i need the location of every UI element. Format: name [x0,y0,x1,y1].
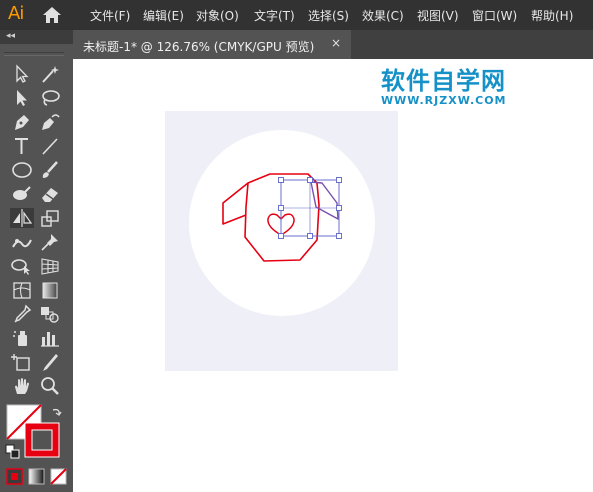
color-mode-icon [6,468,23,485]
type-icon[interactable] [10,136,34,156]
pen-icon[interactable] [10,112,34,132]
watermark-url: WWW.RJZXW.COM [381,94,507,107]
home-icon[interactable] [42,6,62,24]
document-tab[interactable]: 未标题-1* @ 126.76% (CMYK/GPU 预览) × [73,30,351,59]
document-tab-label: 未标题-1* @ 126.76% (CMYK/GPU 预览) [83,40,315,54]
hand-icon[interactable] [10,376,34,396]
collapse-panel-icon[interactable]: ◂◂ [6,31,15,41]
color-mode-buttons[interactable] [6,468,68,486]
menu-file[interactable]: 文件(F) [90,7,130,24]
gradient-icon[interactable] [38,280,62,300]
default-colors-icon[interactable] [5,444,21,460]
menu-effect[interactable]: 效果(C) [362,7,404,24]
eyedropper-icon[interactable] [10,304,34,324]
panel-grip[interactable] [4,52,64,56]
menu-window[interactable]: 窗口(W) [472,7,517,24]
perspective-grid-icon[interactable] [38,256,62,276]
puppet-warp-icon[interactable] [10,232,34,252]
pin-icon[interactable] [38,232,62,252]
menu-select[interactable]: 选择(S) [308,7,349,24]
zoom-icon[interactable] [38,376,62,396]
shape-builder-icon[interactable] [10,256,34,276]
direct-selection-icon[interactable] [10,88,34,108]
line-icon[interactable] [38,136,62,156]
shaper-icon[interactable] [10,184,34,204]
slice-icon[interactable] [38,352,62,372]
watermark-title: 软件自学网 [381,67,506,95]
tools-panel-header: ◂◂ [0,30,73,44]
menu-edit[interactable]: 编辑(E) [143,7,184,24]
column-graph-icon[interactable] [38,328,62,348]
menu-view[interactable]: 视图(V) [417,7,459,24]
eraser-icon[interactable] [38,184,62,204]
reflect-icon[interactable] [10,208,34,228]
close-icon[interactable]: × [331,36,341,50]
blend-icon[interactable] [38,304,62,324]
magic-wand-icon[interactable] [38,64,62,84]
white-circle [189,130,375,316]
selection-tool-icon[interactable] [10,64,34,84]
menu-type[interactable]: 文字(T) [254,7,295,24]
paintbrush-icon[interactable] [38,160,62,180]
menu-help[interactable]: 帮助(H) [531,7,573,24]
none-mode-icon [50,468,67,485]
menu-object[interactable]: 对象(O) [196,7,239,24]
lasso-icon[interactable] [38,88,62,108]
tools-panel: ◂◂ [0,30,73,492]
swap-fill-stroke-icon [52,408,62,416]
scale-icon[interactable] [38,208,62,228]
ellipse-icon[interactable] [10,160,34,180]
watermark: 软件自学网 WWW.RJZXW.COM [381,61,556,107]
app-logo[interactable]: Ai [8,3,24,24]
curvature-icon[interactable] [38,112,62,132]
gradient-mode-icon [28,468,45,485]
artwork[interactable] [165,111,398,371]
artboard[interactable] [165,111,398,371]
menu-bar: Ai 文件(F) 编辑(E) 对象(O) 文字(T) 选择(S) 效果(C) 视… [0,0,593,30]
document-canvas[interactable]: 软件自学网 WWW.RJZXW.COM [73,59,593,492]
artboard-icon[interactable] [10,352,34,372]
document-tab-bar: 未标题-1* @ 126.76% (CMYK/GPU 预览) × [73,30,593,59]
mesh-icon[interactable] [10,280,34,300]
symbol-sprayer-icon[interactable] [10,328,34,348]
